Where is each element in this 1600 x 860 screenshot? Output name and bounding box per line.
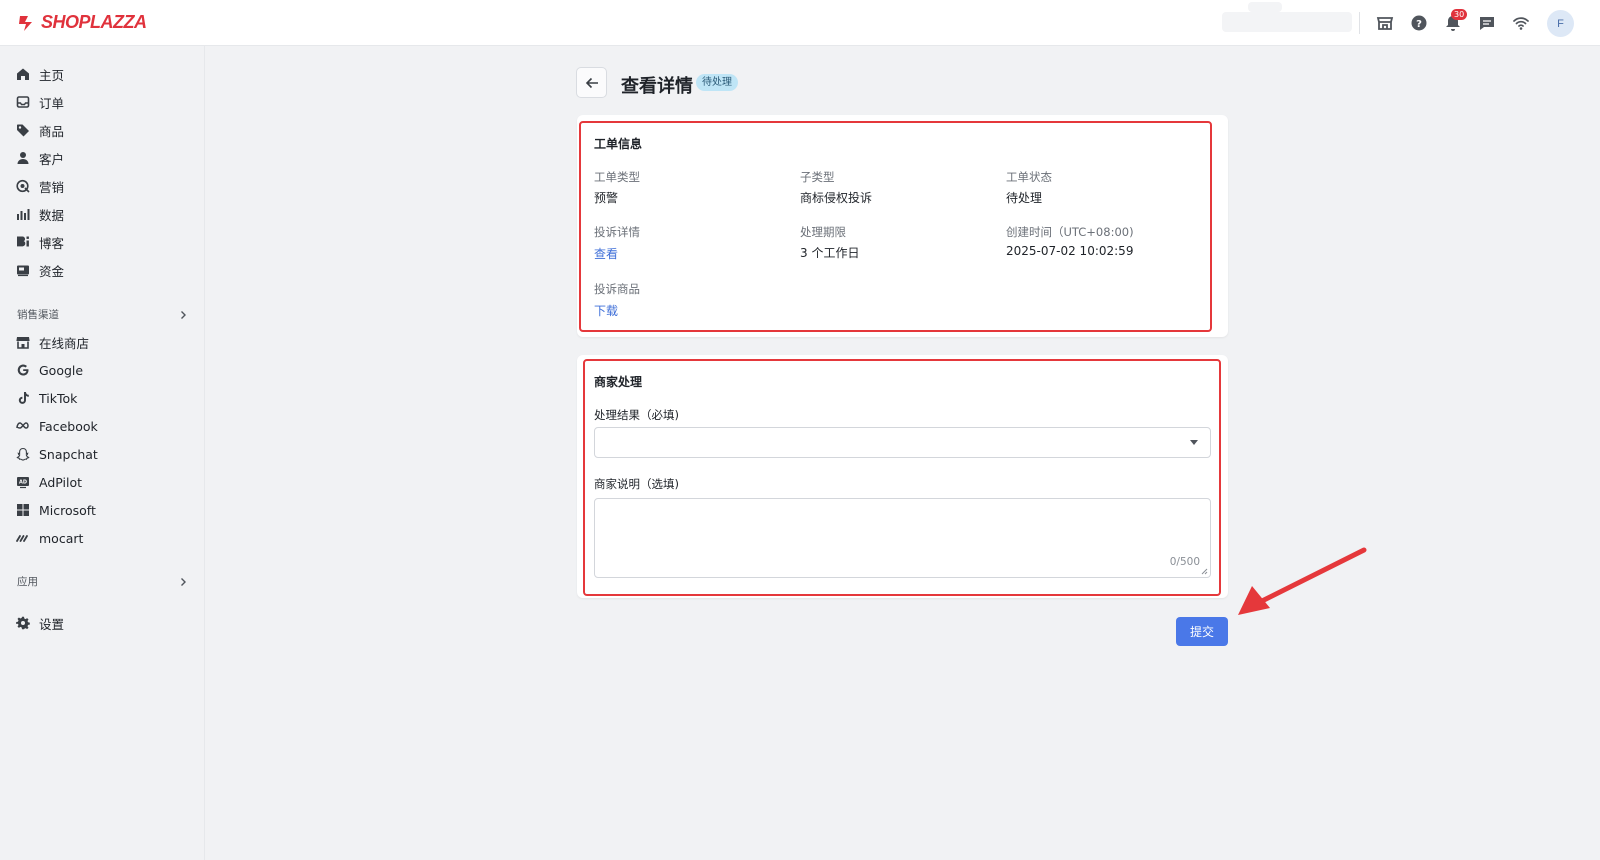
complaint-details-label: 投诉详情 [594,225,640,239]
home-icon [17,68,29,80]
sidebar-item-label: 在线商店 [39,335,90,351]
sidebar-item-products[interactable]: 商品 [16,119,64,141]
result-select[interactable] [594,427,1211,458]
inbox-icon [16,96,30,108]
note-field-label: 商家说明（选填) [594,477,679,491]
sidebar-item-home[interactable]: 主页 [16,63,64,85]
sidebar-item-label: 博客 [39,235,65,251]
topbar-divider [1359,12,1360,34]
resize-handle-icon[interactable] [1200,567,1208,575]
sidebar-item-tiktok[interactable]: TikTok [16,387,77,409]
sidebar-item-label: Microsoft [39,502,96,518]
microsoft-icon [17,504,29,516]
tiktok-icon [18,392,29,404]
tag-icon [17,124,29,137]
merchant-note-textarea[interactable]: 0/500 [594,498,1211,578]
sidebar-item-label: 设置 [39,616,65,632]
sidebar-item-label: 主页 [39,67,65,83]
help-icon[interactable]: ? [1409,13,1429,33]
sidebar-item-facebook[interactable]: Facebook [16,415,98,437]
sidebar-item-customers[interactable]: 客户 [16,147,64,169]
bar-chart-icon [17,209,30,220]
sidebar-item-orders[interactable]: 订单 [16,91,64,113]
top-bar: SHOPLAZZA ? 30 F [0,0,1600,46]
submit-button[interactable]: 提交 [1176,617,1228,646]
sidebar-item-label: TikTok [39,390,78,406]
sidebar-item-label: 商品 [39,123,65,139]
mocart-icon [16,535,28,542]
sales-channels-label: 销售渠道 [17,309,59,321]
sidebar-item-label: 数据 [39,207,65,223]
brand-name: SHOPLAZZA [41,12,147,32]
chevron-right-icon[interactable] [178,310,188,320]
sidebar-item-blog[interactable]: 博客 [16,231,64,253]
sidebar-item-label: Facebook [39,418,98,434]
deadline-value: 3 个工作日 [800,246,860,260]
page-title: 查看详情 [621,76,693,97]
wifi-icon[interactable] [1511,13,1531,33]
sidebar-item-adpilot[interactable]: AD AdPilot [16,471,82,493]
sidebar-item-label: AdPilot [39,474,83,490]
store-icon [16,337,30,349]
svg-text:AD: AD [19,480,27,486]
shoplazza-logo-icon [19,15,32,31]
download-product-link[interactable]: 下载 [594,302,618,319]
merchant-handling-title: 商家处理 [594,375,643,389]
user-icon [17,152,29,164]
result-field-label: 处理结果（必填) [594,408,679,422]
sidebar-item-label: Snapchat [39,446,98,462]
sidebar-item-label: mocart [39,530,84,546]
store-icon[interactable] [1375,13,1395,33]
subtype-label: 子类型 [800,170,835,184]
deadline-label: 处理期限 [800,225,846,239]
sidebar-item-google[interactable]: Google [16,359,83,381]
ticket-type-value: 预警 [594,191,619,205]
char-counter: 0/500 [1169,556,1200,568]
created-time-label: 创建时间（UTC+08:00) [1006,225,1134,239]
annotation-arrow [1238,547,1367,615]
snapchat-icon [16,447,30,461]
caret-down-icon [1190,440,1198,445]
redacted-store-name-top [1248,2,1282,12]
status-badge: 待处理 [696,74,738,91]
svg-text:?: ? [1416,19,1422,30]
sidebar-item-analytics[interactable]: 数据 [16,203,64,225]
chevron-right-icon[interactable] [178,577,188,587]
sidebar-item-mocart[interactable]: mocart [16,527,83,549]
meta-icon [16,422,29,429]
wallet-icon [17,265,29,277]
sidebar-item-settings[interactable]: 设置 [16,612,64,634]
sidebar-item-microsoft[interactable]: Microsoft [16,499,96,521]
sidebar-item-label: Google [39,362,84,378]
marketing-icon [16,179,30,193]
sidebar-item-online-store[interactable]: 在线商店 [16,331,89,353]
sidebar-item-label: 资金 [39,263,65,279]
apps-label: 应用 [17,576,38,588]
subtype-value: 商标侵权投诉 [800,191,873,205]
view-complaint-link[interactable]: 查看 [594,245,618,262]
sidebar-item-snapchat[interactable]: Snapchat [16,443,98,465]
ticket-type-label: 工单类型 [594,170,640,184]
adpilot-icon: AD [17,477,29,489]
ticket-info-title: 工单信息 [594,137,643,151]
complaint-product-label: 投诉商品 [594,282,640,296]
sidebar-item-finance[interactable]: 资金 [16,259,64,281]
gear-icon [16,616,30,630]
sidebar-item-label: 订单 [39,95,65,111]
ticket-status-value: 待处理 [1006,191,1043,205]
blog-icon [17,236,29,247]
arrow-left-icon [585,77,598,88]
sidebar-item-label: 营销 [39,179,65,195]
google-icon [17,364,29,376]
notification-badge: 30 [1451,9,1468,20]
redacted-store-name [1222,12,1352,32]
created-time-value: 2025-07-02 10:02:59 [1006,244,1134,258]
ticket-status-label: 工单状态 [1006,170,1052,184]
sidebar-item-marketing[interactable]: 营销 [16,175,64,197]
chat-icon[interactable] [1477,13,1497,33]
back-button[interactable] [576,67,607,98]
shoplazza-logo[interactable]: SHOPLAZZA [16,12,147,33]
avatar[interactable]: F [1547,10,1574,37]
sidebar-item-label: 客户 [39,151,65,167]
